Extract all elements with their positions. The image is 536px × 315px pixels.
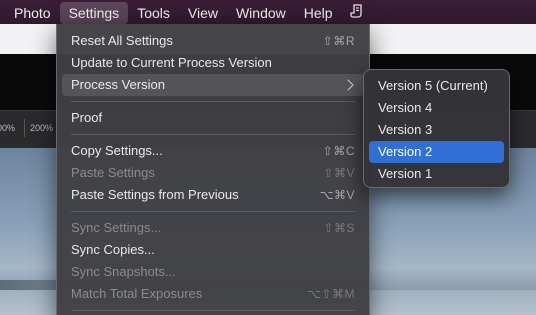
menu-item-shortcut: ⇧⌘R — [322, 34, 355, 48]
chevron-right-icon — [342, 79, 354, 91]
menu-item-sync-copies[interactable]: Sync Copies... — [62, 239, 364, 261]
zoom-level-fit[interactable]: 00% — [0, 123, 15, 133]
menu-window[interactable]: Window — [227, 2, 295, 24]
menu-item-proof[interactable]: Proof — [62, 107, 364, 129]
menu-separator — [71, 101, 355, 102]
menu-separator — [71, 310, 355, 311]
submenu-item-version-5[interactable]: Version 5 (Current) — [369, 75, 504, 97]
menu-item-shortcut: ⇧⌘C — [322, 144, 355, 158]
menu-item-sync-settings: Sync Settings... ⇧⌘S — [62, 217, 364, 239]
menu-item-match-total-exposures: Match Total Exposures ⌥⇧⌘M — [62, 283, 364, 305]
menu-item-label: Reset All Settings — [71, 33, 173, 48]
menu-separator — [71, 134, 355, 135]
menu-item-shortcut: ⌥⌘V — [319, 188, 355, 202]
menu-bar: Photo Settings Tools View Window Help — [0, 0, 536, 24]
menu-item-update-process-version[interactable]: Update to Current Process Version — [62, 52, 364, 74]
menu-item-label: Proof — [71, 110, 103, 125]
menu-item-paste-settings: Paste Settings ⇧⌘V — [62, 162, 364, 184]
zoom-divider — [24, 119, 25, 137]
menu-separator — [71, 211, 355, 212]
menu-photo[interactable]: Photo — [0, 2, 60, 24]
menu-item-label: Sync Settings... — [71, 220, 162, 235]
submenu-item-version-4[interactable]: Version 4 — [369, 97, 504, 119]
menu-item-label: Paste Settings — [71, 165, 155, 180]
submenu-item-version-1[interactable]: Version 1 — [369, 163, 504, 185]
process-version-submenu: Version 5 (Current) Version 4 Version 3 … — [363, 69, 510, 188]
submenu-item-version-3[interactable]: Version 3 — [369, 119, 504, 141]
menu-item-shortcut: ⇧⌘V — [323, 166, 355, 180]
menu-item-sync-snapshots: Sync Snapshots... — [62, 261, 364, 283]
menu-item-process-version[interactable]: Process Version — [62, 74, 364, 96]
menu-item-copy-settings[interactable]: Copy Settings... ⇧⌘C — [62, 140, 364, 162]
menu-item-label: Process Version — [71, 77, 165, 92]
menu-item-reset-all-settings[interactable]: Reset All Settings ⇧⌘R — [62, 30, 364, 52]
script-icon[interactable] — [348, 3, 366, 21]
menu-item-shortcut: ⌥⇧⌘M — [307, 287, 355, 301]
menu-item-label: Paste Settings from Previous — [71, 187, 239, 202]
menu-item-label: Update to Current Process Version — [71, 55, 272, 70]
zoom-level-200[interactable]: 200% — [30, 123, 53, 133]
settings-menu: Reset All Settings ⇧⌘R Update to Current… — [56, 24, 370, 315]
menu-item-label: Copy Settings... — [71, 143, 163, 158]
menu-settings[interactable]: Settings — [59, 1, 129, 24]
menu-item-paste-settings-from-previous[interactable]: Paste Settings from Previous ⌥⌘V — [62, 184, 364, 206]
menu-item-label: Sync Copies... — [71, 242, 155, 257]
menu-view[interactable]: View — [179, 2, 227, 24]
menu-item-label: Match Total Exposures — [71, 286, 203, 301]
menu-help[interactable]: Help — [295, 2, 342, 24]
menu-item-label: Sync Snapshots... — [71, 264, 176, 279]
menu-tools[interactable]: Tools — [128, 2, 179, 24]
menu-item-shortcut: ⇧⌘S — [323, 221, 355, 235]
submenu-item-version-2[interactable]: Version 2 — [369, 141, 504, 163]
